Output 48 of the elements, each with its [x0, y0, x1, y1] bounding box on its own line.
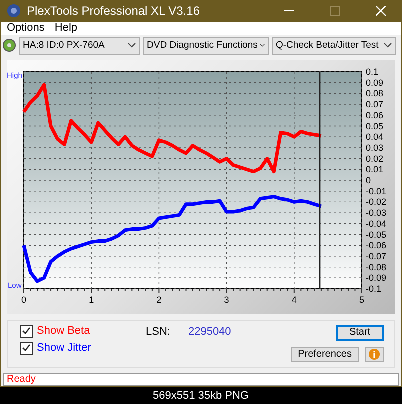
y-tick-label: -0.1 [366, 284, 382, 294]
show-checkbox[interactable]: Show Beta [20, 324, 112, 338]
y-tick-label: 0.04 [366, 132, 384, 142]
y-tick-label: -0.02 [366, 196, 387, 207]
y-tick-label: -0.01 [366, 186, 387, 196]
y-tick-label: -0.06 [366, 240, 387, 250]
info-button[interactable] [365, 347, 384, 362]
show-checkbox[interactable]: Show Jitter [20, 342, 112, 355]
y-tick-label: 0.01 [366, 164, 384, 174]
function-dropdown[interactable]: DVD Diagnostic Functions [143, 36, 269, 55]
y-tick-label: -0.03 [366, 208, 387, 218]
y-tick-label: 0.07 [366, 99, 384, 110]
preferences-button[interactable]: Preferences [291, 347, 359, 362]
y-tick-label: 0.06 [366, 110, 384, 120]
status-bar: Ready [3, 373, 399, 386]
menu-item[interactable]: Options [7, 22, 45, 34]
y-tick-label: -0.08 [366, 262, 387, 272]
y-tick-label: -0.09 [366, 272, 387, 283]
y-tick-label: -0.04 [366, 218, 387, 229]
minimize-icon [284, 10, 294, 12]
maximize-icon [330, 6, 340, 16]
info-icon [369, 349, 380, 360]
x-tick-label: 4 [292, 294, 297, 305]
y-tick-label: 0.1 [366, 66, 379, 77]
window-title: PlexTools Professional XL V3.16 [27, 4, 201, 18]
lsn-label: LSN: [146, 326, 170, 338]
app-logo-icon [7, 4, 21, 18]
lsn-value: 2295040 [188, 326, 232, 338]
drive-dropdown[interactable]: HA:8 ID:0 PX-760A [19, 36, 140, 55]
y-tick-label: 0.03 [366, 142, 384, 153]
x-tick-label: 3 [224, 294, 230, 305]
y-tick-label: -0.07 [366, 251, 387, 262]
test-dropdown[interactable]: Q-Check Beta/Jitter Test [272, 36, 396, 55]
y-tick-label: 0.05 [366, 121, 384, 131]
y-tick-label: 0.09 [366, 78, 384, 88]
start-button[interactable]: Start [336, 324, 384, 341]
y-tick-label: -0.05 [366, 230, 387, 240]
x-tick-label: 5 [360, 294, 364, 305]
menu-item[interactable]: Help [54, 22, 78, 34]
x-tick-label: 1 [89, 294, 94, 305]
x-tick-label: 0 [22, 294, 26, 305]
y-tick-label: 0.08 [366, 88, 384, 98]
disc-icon [3, 39, 16, 52]
image-caption: 569x551 35kb PNG [152, 388, 250, 404]
y-tick-label: 0.02 [366, 154, 384, 164]
y-tick-label: 0 [366, 175, 372, 186]
close-icon [376, 6, 386, 16]
x-tick-label: 2 [156, 294, 162, 305]
